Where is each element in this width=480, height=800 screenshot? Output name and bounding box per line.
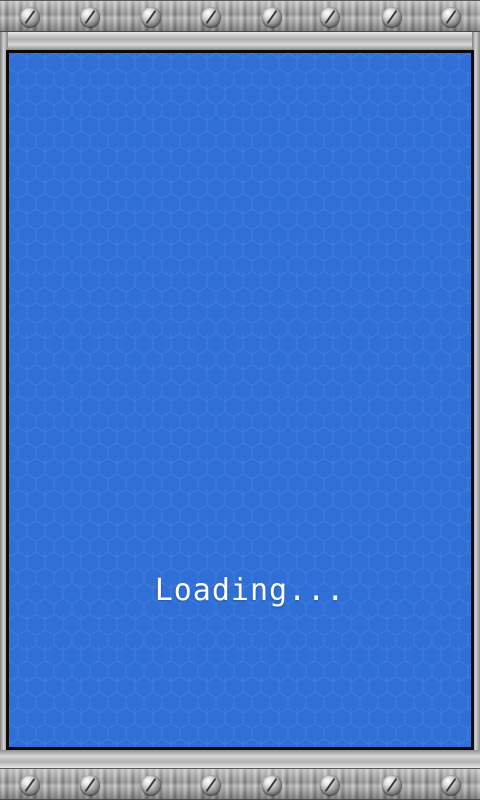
bottom-screw-row [0,769,480,800]
screw-icon [141,775,161,795]
screw-icon [441,7,461,27]
loading-text: Loading... [154,573,346,608]
screw-icon [80,7,100,27]
screw-icon [382,7,402,27]
screw-icon [201,775,221,795]
play-area[interactable]: Loading... [6,50,474,750]
screw-icon [20,7,40,27]
screw-icon [80,775,100,795]
screw-icon [382,775,402,795]
hex-background-pattern [9,53,471,747]
screw-icon [262,7,282,27]
bottom-metal-bar [0,768,480,800]
screw-icon [320,7,340,27]
screw-icon [201,7,221,27]
top-metal-bar [0,0,480,32]
top-metal-strip [0,32,480,50]
screw-icon [320,775,340,795]
screw-icon [441,775,461,795]
game-frame: Loading... [0,0,480,800]
bottom-metal-strip [0,750,480,768]
screw-icon [262,775,282,795]
screw-icon [141,7,161,27]
top-screw-row [0,1,480,33]
screw-icon [20,775,40,795]
